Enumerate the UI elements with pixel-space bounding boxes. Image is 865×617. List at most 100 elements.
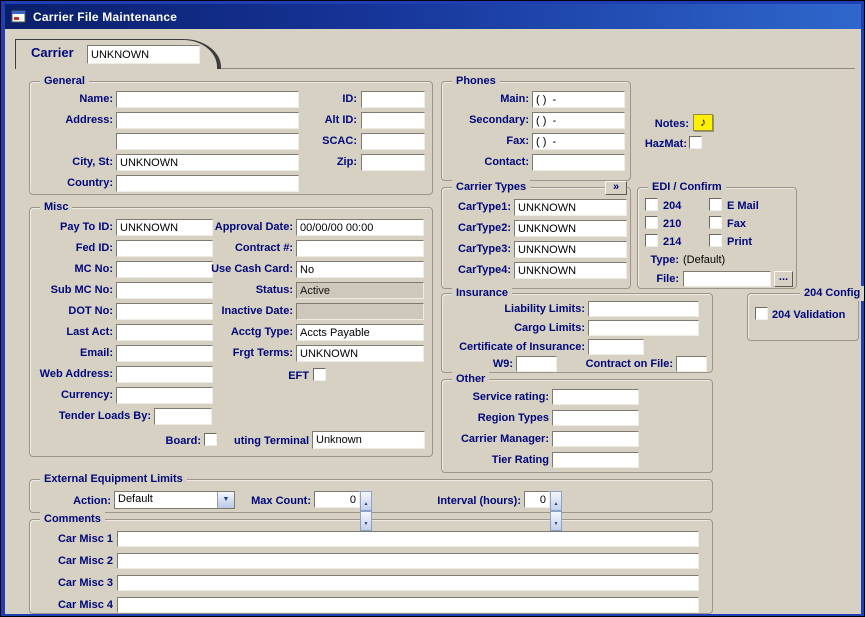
cartype2-input[interactable] [514, 220, 627, 237]
spin-down-icon[interactable] [360, 511, 372, 531]
tender-loads-by-input[interactable] [154, 408, 212, 425]
contract-no-input[interactable] [296, 240, 424, 257]
cartype4-input[interactable] [514, 262, 627, 279]
car-misc-3-label: Car Misc 3 [31, 577, 113, 590]
certificate-of-insurance-input[interactable] [588, 339, 644, 355]
address1-input[interactable] [116, 112, 299, 129]
phone-main-input[interactable] [532, 91, 625, 108]
edi-email-label: E Mail [727, 200, 759, 213]
equipment-limits-group-title: External Equipment Limits [40, 472, 187, 487]
edi-204-checkbox[interactable] [645, 198, 658, 211]
title-bar[interactable]: Carrier File Maintenance [5, 4, 861, 29]
car-misc-1-input[interactable] [117, 531, 699, 547]
204-config-group-title: 204 Config [800, 286, 864, 301]
region-types-input[interactable] [552, 410, 639, 426]
cartype2-label: CarType2: [441, 222, 511, 235]
edi-email-checkbox[interactable] [709, 198, 722, 211]
inactive-date-label: Inactive Date: [181, 305, 293, 318]
car-misc-4-input[interactable] [117, 597, 699, 613]
zip-label: Zip: [301, 156, 357, 169]
address2-input[interactable] [116, 133, 299, 150]
hazmat-checkbox[interactable] [689, 136, 702, 149]
acctg-type-input[interactable] [296, 324, 424, 341]
contact-input[interactable] [532, 154, 625, 171]
currency-label: Currency: [13, 389, 113, 402]
phone-main-label: Main: [441, 93, 529, 106]
service-rating-input[interactable] [552, 389, 639, 405]
spin-up-icon[interactable] [360, 491, 372, 511]
insurance-group-title: Insurance [452, 286, 512, 301]
phone-secondary-label: Secondary: [441, 114, 529, 127]
board-checkbox[interactable] [204, 433, 217, 446]
liability-limits-input[interactable] [588, 301, 699, 317]
w9-input[interactable] [516, 356, 557, 372]
contract-on-file-input[interactable] [676, 356, 707, 372]
routing-terminal-label: uting Terminal [221, 435, 309, 448]
spin-up-icon[interactable] [550, 491, 562, 511]
dot-no-label: DOT No: [13, 305, 113, 318]
phone-fax-input[interactable] [532, 133, 625, 150]
frgt-terms-input[interactable] [296, 345, 424, 362]
phone-secondary-input[interactable] [532, 112, 625, 129]
cartype3-input[interactable] [514, 241, 627, 258]
misc-group-title: Misc [40, 200, 72, 215]
routing-terminal-input[interactable] [312, 431, 425, 449]
city-st-label: City, St: [21, 156, 113, 169]
approval-date-input[interactable] [296, 219, 424, 236]
carrier-manager-input[interactable] [552, 431, 639, 447]
carrier-types-group-title: Carrier Types [452, 180, 530, 195]
name-label: Name: [21, 93, 113, 106]
approval-date-label: Approval Date: [181, 221, 293, 234]
web-address-input[interactable] [116, 366, 213, 383]
edi-210-checkbox[interactable] [645, 216, 658, 229]
car-misc-2-input[interactable] [117, 553, 699, 569]
eft-checkbox[interactable] [313, 368, 326, 381]
tender-loads-by-label: Tender Loads By: [21, 410, 151, 423]
certificate-of-insurance-label: Certificate of Insurance: [445, 341, 585, 354]
edi-210-label: 210 [663, 218, 681, 231]
204-validation-checkbox[interactable] [755, 307, 768, 320]
hazmat-label: HazMat: [629, 138, 687, 151]
name-input[interactable] [116, 91, 299, 108]
action-select-value: Default [115, 492, 217, 508]
action-select[interactable]: Default [114, 491, 235, 509]
204-validation-label: 204 Validation [772, 309, 845, 322]
tier-rating-input[interactable] [552, 452, 639, 468]
use-cash-card-input[interactable] [296, 261, 424, 278]
alt-id-input[interactable] [361, 112, 425, 129]
car-misc-2-label: Car Misc 2 [31, 555, 113, 568]
interval-hours-input[interactable] [524, 491, 550, 508]
carrier-types-expand-button[interactable]: » [605, 181, 627, 195]
id-input[interactable] [361, 91, 425, 108]
acctg-type-label: Acctg Type: [181, 326, 293, 339]
car-misc-3-input[interactable] [117, 575, 699, 591]
scac-input[interactable] [361, 133, 425, 150]
edi-confirm-group-title: EDI / Confirm [648, 180, 726, 195]
edi-print-checkbox[interactable] [709, 234, 722, 247]
currency-input[interactable] [116, 387, 213, 404]
board-label: Board: [141, 435, 201, 448]
edi-fax-checkbox[interactable] [709, 216, 722, 229]
notes-icon[interactable]: ♪ [693, 114, 713, 131]
max-count-label: Max Count: [231, 495, 311, 508]
email-label: Email: [13, 347, 113, 360]
carrier-code-input[interactable] [87, 45, 200, 64]
edi-214-label: 214 [663, 236, 681, 249]
cartype1-input[interactable] [514, 199, 627, 216]
interval-hours-stepper[interactable] [550, 491, 562, 508]
spin-down-icon[interactable] [550, 511, 562, 531]
status-label: Status: [181, 284, 293, 297]
contract-no-label: Contract #: [181, 242, 293, 255]
edi-file-browse-button[interactable]: ... [774, 271, 793, 287]
city-st-input[interactable] [116, 154, 299, 171]
notes-label: Notes: [631, 118, 689, 131]
zip-input[interactable] [361, 154, 425, 171]
cargo-limits-input[interactable] [588, 320, 699, 336]
service-rating-label: Service rating: [441, 391, 549, 404]
max-count-input[interactable] [314, 491, 360, 508]
country-input[interactable] [116, 175, 299, 192]
car-misc-4-label: Car Misc 4 [31, 599, 113, 612]
max-count-stepper[interactable] [360, 491, 372, 508]
edi-file-input[interactable] [683, 271, 771, 287]
edi-214-checkbox[interactable] [645, 234, 658, 247]
